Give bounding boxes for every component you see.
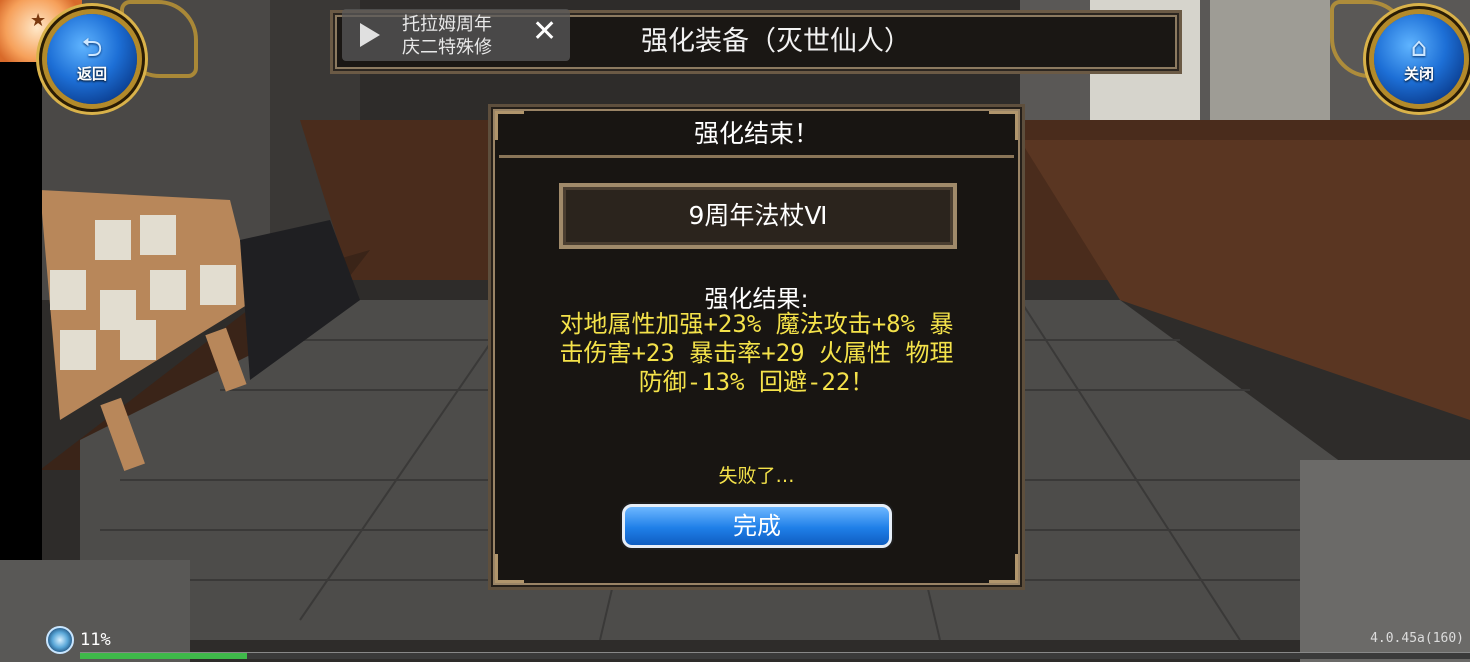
battery-percent: 11% [80,630,111,650]
home-icon: ⌂ [1410,32,1428,63]
back-button[interactable]: ⮌ 返回 [47,14,137,104]
ad-text: 托拉姆周年 庆二特殊修 [402,13,492,59]
ad-overlay[interactable]: 托拉姆周年 庆二特殊修 ✕ [342,9,570,61]
close-icon[interactable]: ✕ [532,15,557,49]
play-icon[interactable] [360,23,380,47]
close-button[interactable]: ⌂ 关闭 [1374,14,1464,104]
version-text: 4.0.45a(160) [1370,631,1464,646]
item-name-box: 9周年法杖Ⅵ [559,183,957,249]
refine-result-dialog: 强化结束！ 9周年法杖Ⅵ 强化结果: 对地属性加强+23% 魔法攻击+8% 暴 … [488,104,1025,590]
back-button-label: 返回 [76,64,107,83]
dialog-header: 强化结束！ [499,113,1014,158]
done-button[interactable]: 完成 [622,504,892,548]
result-title: 强化结果: [704,285,809,313]
corner-ornament [989,554,1018,583]
item-name: 9周年法杖Ⅵ [688,201,828,230]
return-arrow-icon: ⮌ [81,32,103,63]
status-text: 失败了… [718,465,795,487]
result-line: 防御-13% 回避-22！ [638,368,875,396]
battery-status: 11% [46,626,111,654]
progress-bar-fill [80,653,247,659]
ad-line-1: 托拉姆周年 [402,14,492,35]
ad-line-2: 庆二特殊修 [402,37,492,58]
avatar-emblem-icon: ★ [30,10,47,31]
battery-icon [46,626,74,654]
result-line: 击伤害+23 暴击率+29 火属性 物理 [559,339,954,367]
corner-ornament [495,554,524,583]
result-stats: 对地属性加强+23% 魔法攻击+8% 暴 击伤害+23 暴击率+29 火属性 物… [521,310,992,397]
result-line: 对地属性加强+23% 魔法攻击+8% 暴 [559,310,954,338]
progress-bar [80,652,1470,659]
close-button-label: 关闭 [1403,64,1434,83]
done-button-label: 完成 [733,512,781,540]
